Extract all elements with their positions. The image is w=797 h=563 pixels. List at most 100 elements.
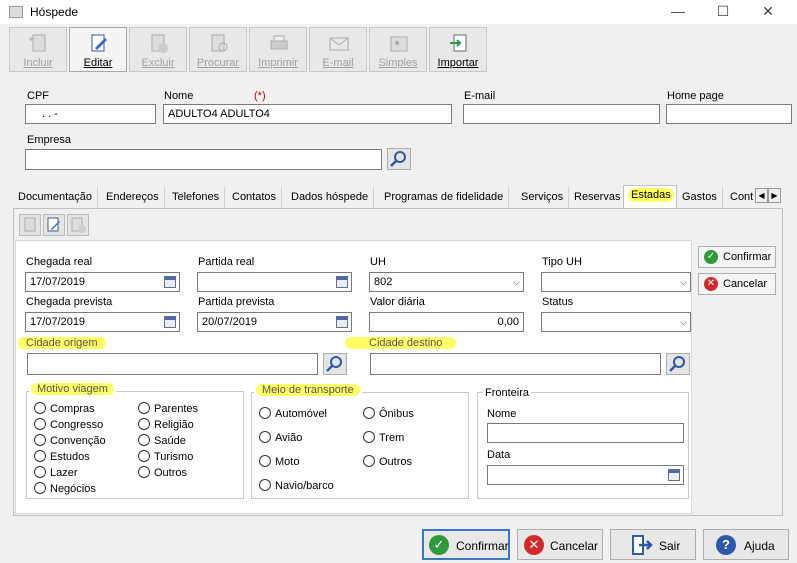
chegada-real-label: Chegada real	[26, 256, 93, 268]
minimize-button[interactable]: —	[668, 3, 688, 21]
calendar-icon[interactable]	[164, 276, 176, 288]
partida-real-field[interactable]	[197, 272, 352, 292]
fronteira-nome-field[interactable]	[487, 423, 684, 443]
radio-estudos[interactable]: Estudos	[34, 450, 90, 463]
cidade-destino-field[interactable]	[370, 353, 661, 375]
radio-circle[interactable]	[34, 402, 46, 414]
valor-diaria-field[interactable]: 0,00	[369, 312, 524, 332]
empresa-field[interactable]	[25, 149, 382, 170]
radio-parentes[interactable]: Parentes	[138, 402, 198, 415]
cidade-origem-search-button[interactable]	[323, 353, 347, 375]
radio-circle[interactable]	[259, 407, 271, 419]
radio-trem[interactable]: Trem	[363, 431, 404, 444]
radio-circle[interactable]	[138, 466, 150, 478]
radio-compras[interactable]: Compras	[34, 402, 95, 415]
tab-cont[interactable]: Cont	[725, 187, 755, 208]
email-button[interactable]: E-mail	[309, 27, 367, 72]
radio-turismo[interactable]: Turismo	[138, 450, 193, 463]
radio-circle[interactable]	[34, 482, 46, 494]
email-field[interactable]	[463, 104, 660, 124]
tab-scroll-right[interactable]: ▶	[768, 188, 781, 203]
footer-cancelar-button[interactable]: ✕ Cancelar	[517, 529, 603, 560]
panel-add-button[interactable]	[19, 214, 41, 236]
tab-programas-fidelidade[interactable]: Programas de fidelidade	[379, 187, 510, 208]
radio-circle[interactable]	[34, 450, 46, 462]
close-button[interactable]: ✕	[758, 3, 778, 21]
importar-button[interactable]: Importar	[429, 27, 487, 72]
radio-religiao[interactable]: Religião	[138, 418, 194, 431]
panel-delete-button[interactable]	[67, 214, 89, 236]
chegada-real-field[interactable]: 17/07/2019	[25, 272, 180, 292]
radio-circle[interactable]	[34, 434, 46, 446]
cidade-destino-search-button[interactable]	[666, 353, 690, 375]
radio-circle[interactable]	[34, 466, 46, 478]
tab-documentacao[interactable]: Documentação	[13, 187, 98, 208]
partida-real-label: Partida real	[198, 256, 255, 268]
tab-gastos[interactable]: Gastos	[677, 187, 723, 208]
email-field-label: E-mail	[464, 90, 496, 102]
radio-circle[interactable]	[259, 431, 271, 443]
tipo-uh-select[interactable]: ⌵	[541, 272, 691, 292]
radio-convencao[interactable]: Convenção	[34, 434, 106, 447]
radio-circle[interactable]	[138, 434, 150, 446]
radio-lazer[interactable]: Lazer	[34, 466, 78, 479]
footer-sair-button[interactable]: Sair	[610, 529, 696, 560]
radio-congresso[interactable]: Congresso	[34, 418, 103, 431]
edit-document-icon	[91, 34, 107, 52]
radio-circle[interactable]	[363, 431, 375, 443]
tab-dados-hospede[interactable]: Dados hóspede	[286, 187, 375, 208]
cpf-field[interactable]: . . -	[25, 104, 156, 124]
radio-circle[interactable]	[363, 455, 375, 467]
footer-confirmar-button[interactable]: ✓ Confirmar	[422, 529, 510, 560]
radio-circle[interactable]	[138, 418, 150, 430]
homepage-field[interactable]	[666, 104, 792, 124]
nome-field[interactable]: ADULTO4 ADULTO4	[163, 104, 452, 124]
radio-saude[interactable]: Saúde	[138, 434, 186, 447]
tab-telefones[interactable]: Telefones	[167, 187, 226, 208]
radio-aviao[interactable]: Avião	[259, 431, 302, 444]
tab-servicos[interactable]: Serviços	[516, 187, 570, 208]
radio-circle[interactable]	[138, 450, 150, 462]
radio-onibus[interactable]: Ônibus	[363, 407, 414, 420]
radio-circle[interactable]	[259, 455, 271, 467]
panel-edit-button[interactable]	[43, 214, 65, 236]
calendar-icon[interactable]	[668, 469, 680, 481]
calendar-icon[interactable]	[336, 316, 348, 328]
footer-ajuda-button[interactable]: ? Ajuda	[703, 529, 789, 560]
excluir-button[interactable]: Excluir	[129, 27, 187, 72]
uh-select[interactable]: 802 ⌵	[369, 272, 524, 292]
side-cancelar-button[interactable]: ✕ Cancelar	[698, 273, 776, 295]
radio-circle[interactable]	[363, 407, 375, 419]
radio-outros-motivo[interactable]: Outros	[138, 466, 187, 479]
tab-scroll-left[interactable]: ◀	[755, 188, 768, 203]
fronteira-data-field[interactable]	[487, 465, 684, 485]
radio-automovel[interactable]: Automóvel	[259, 407, 327, 420]
radio-negocios[interactable]: Negócios	[34, 482, 96, 495]
radio-navio-barco[interactable]: Navio/barco	[259, 479, 334, 492]
radio-circle[interactable]	[34, 418, 46, 430]
editar-button[interactable]: Editar	[69, 27, 127, 72]
fronteira-nome-label: Nome	[487, 408, 517, 420]
radio-moto[interactable]: Moto	[259, 455, 299, 468]
empresa-search-button[interactable]	[387, 148, 411, 170]
imprimir-button[interactable]: Imprimir	[249, 27, 307, 72]
side-confirmar-button[interactable]: ✓ Confirmar	[698, 246, 776, 268]
incluir-button[interactable]: Incluir	[9, 27, 67, 72]
tab-contatos[interactable]: Contatos	[227, 187, 283, 208]
procurar-button[interactable]: Procurar	[189, 27, 247, 72]
tab-reservas[interactable]: Reservas	[569, 187, 627, 208]
status-select[interactable]: ⌵	[541, 312, 691, 332]
simples-button[interactable]: Simples	[369, 27, 427, 72]
radio-outros-transporte[interactable]: Outros	[363, 455, 412, 468]
cidade-origem-field[interactable]	[27, 353, 318, 375]
tab-enderecos[interactable]: Endereços	[101, 187, 165, 208]
calendar-icon[interactable]	[164, 316, 176, 328]
maximize-button[interactable]: ☐	[713, 3, 733, 21]
partida-prevista-field[interactable]: 20/07/2019	[197, 312, 352, 332]
radio-circle[interactable]	[259, 479, 271, 491]
calendar-icon[interactable]	[336, 276, 348, 288]
radio-circle[interactable]	[138, 402, 150, 414]
tab-estadas[interactable]: Estadas	[623, 185, 677, 208]
chegada-prevista-field[interactable]: 17/07/2019	[25, 312, 180, 332]
motivo-viagem-title: Motivo viagem	[29, 383, 116, 395]
